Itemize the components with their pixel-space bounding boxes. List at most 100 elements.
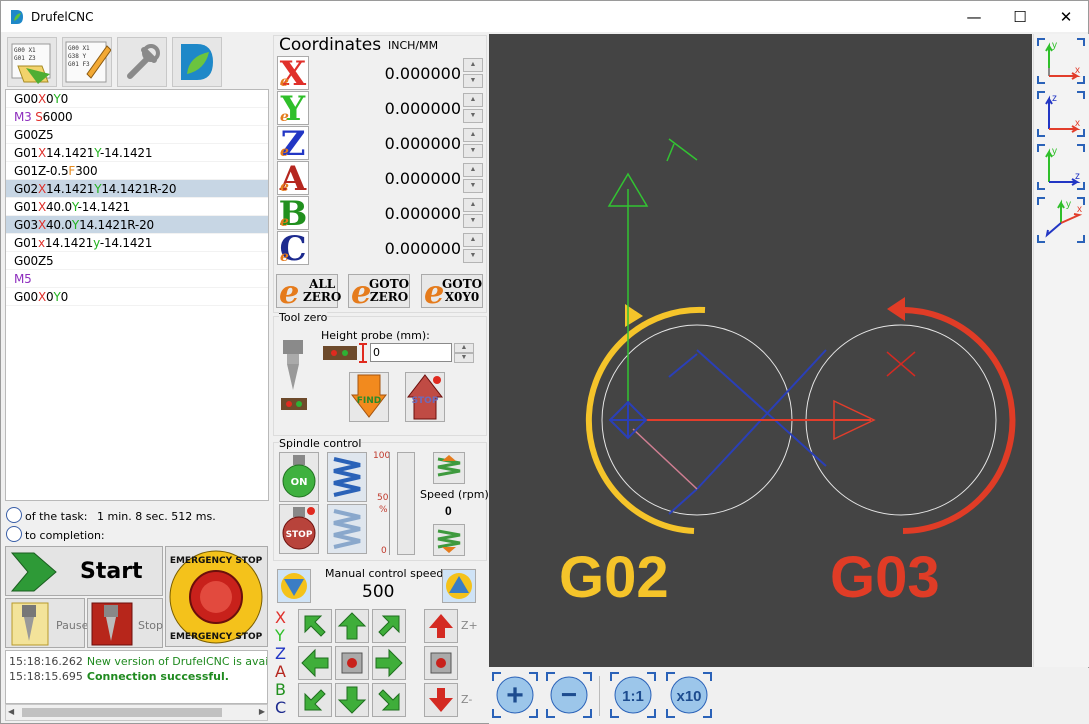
jog-down-button[interactable]: [335, 683, 369, 717]
log-horizontal-scrollbar[interactable]: ◀ ▶: [5, 704, 268, 721]
axis-select-label[interactable]: A: [275, 663, 291, 681]
jog-z-plus-button[interactable]: [424, 609, 458, 643]
gcode-line[interactable]: G03X40.0Y14.1421R-20: [6, 216, 268, 234]
start-button[interactable]: Start: [5, 546, 163, 596]
close-button[interactable]: ✕: [1043, 1, 1089, 32]
gcode-line[interactable]: G00Z5: [6, 126, 268, 144]
height-probe-up[interactable]: ▲: [454, 343, 474, 353]
settings-button[interactable]: [117, 37, 167, 87]
gcode-listing[interactable]: G00X0Y0 M3 S6000 G00Z5 G01X14.1421Y-14.1421…: [5, 89, 269, 501]
axis-down-button[interactable]: ▼: [463, 109, 483, 123]
axis-c-zero-button[interactable]: Ce: [277, 231, 309, 266]
axis-z-zero-button[interactable]: Ze: [277, 126, 309, 161]
gcode-line[interactable]: G00Z5: [6, 252, 268, 270]
open-file-button[interactable]: G00 X1 G01 Z3: [7, 37, 57, 87]
view-yz-button[interactable]: yz: [1037, 144, 1085, 190]
gcode-line[interactable]: G02X14.1421Y14.1421R-20: [6, 180, 268, 198]
axis-value: 0.000000: [384, 239, 461, 258]
probe-stop-button[interactable]: STOP: [405, 372, 445, 422]
wrench-icon: [127, 44, 160, 79]
zoom-1-1-button[interactable]: 1:1: [609, 671, 657, 719]
gcode-line[interactable]: M5: [6, 270, 268, 288]
axis-select-label[interactable]: C: [275, 699, 291, 717]
jog-up-right-button[interactable]: [372, 609, 406, 643]
axis-select-label[interactable]: Z: [275, 645, 291, 663]
gcode-line[interactable]: G01X14.1421Y-14.1421: [6, 144, 268, 162]
jog-up-button[interactable]: [335, 609, 369, 643]
gcode-token: M5: [14, 272, 32, 286]
zoom-out-button[interactable]: −: [545, 671, 593, 719]
axis-select-label[interactable]: B: [275, 681, 291, 699]
spindle-stop-button[interactable]: STOP: [279, 504, 319, 554]
pause-button[interactable]: Pause: [5, 598, 88, 648]
speed-value: 0: [445, 504, 452, 518]
gcode-line[interactable]: G00X0Y0: [6, 90, 268, 108]
minimize-button[interactable]: —: [951, 1, 997, 32]
jog-z-minus-button[interactable]: [424, 683, 458, 717]
spindle-cw-button[interactable]: [327, 452, 367, 502]
view-xz-a-label: z: [1052, 93, 1057, 104]
goto-zero-button[interactable]: e GOTO ZERO: [348, 273, 410, 311]
find-button[interactable]: FIND: [349, 372, 389, 422]
gcode-line[interactable]: G01X40.0Y-14.1421: [6, 198, 268, 216]
units-toggle[interactable]: INCH/MM: [388, 39, 438, 52]
jog-right-button[interactable]: [372, 646, 406, 680]
jog-center-button[interactable]: [335, 646, 369, 680]
spindle-ccw-button[interactable]: [327, 504, 367, 554]
all-zero-button[interactable]: e ALL ZERO: [276, 273, 341, 311]
axis-selector[interactable]: XYZABC: [275, 609, 291, 719]
gcode-line[interactable]: G00X0Y0: [6, 288, 268, 306]
axis-b-zero-button[interactable]: Be: [277, 196, 309, 231]
toolpath-canvas[interactable]: G02 G03: [489, 34, 1032, 667]
zoom-in-button[interactable]: +: [491, 671, 539, 719]
zero-e-icon: e: [280, 214, 289, 230]
axis-up-button[interactable]: ▲: [463, 93, 483, 107]
view-iso-button[interactable]: yx: [1037, 197, 1085, 243]
edit-gcode-button[interactable]: G00 X1 G38 Y G01 F3: [62, 37, 112, 87]
axis-a-zero-button[interactable]: Ae: [277, 161, 309, 196]
speed-down-button[interactable]: [433, 524, 465, 556]
manual-speed-up-button[interactable]: [442, 569, 476, 603]
jog-up-left-button[interactable]: [298, 609, 332, 643]
axis-x-zero-button[interactable]: Xe: [277, 56, 309, 91]
emergency-stop-button[interactable]: EMERGENCY STOP EMERGENCY STOP: [165, 546, 268, 647]
maximize-button[interactable]: ☐: [997, 1, 1043, 32]
axis-down-button[interactable]: ▼: [463, 179, 483, 193]
axis-select-label[interactable]: Y: [275, 627, 291, 645]
axis-up-button[interactable]: ▲: [463, 233, 483, 247]
view-xz-icon: zx: [1037, 91, 1085, 137]
axis-select-label[interactable]: X: [275, 609, 291, 627]
jog-left-button[interactable]: [298, 646, 332, 680]
axis-up-button[interactable]: ▲: [463, 58, 483, 72]
gcode-line[interactable]: G01x14.1421y-14.1421: [6, 234, 268, 252]
view-xz-button[interactable]: zx: [1037, 91, 1085, 137]
axis-down-button[interactable]: ▼: [463, 144, 483, 158]
jog-z-home-button[interactable]: [424, 646, 458, 680]
spindle-on-button[interactable]: ON: [279, 452, 319, 502]
goto-x0y0-button[interactable]: e GOTO X0Y0: [421, 273, 483, 311]
view-xy-a-label: y: [1052, 40, 1057, 51]
jog-down-left-button[interactable]: [298, 683, 332, 717]
axis-y-zero-button[interactable]: Ye: [277, 91, 309, 126]
stop-button[interactable]: Stop: [87, 598, 163, 648]
height-probe-down[interactable]: ▼: [454, 353, 474, 363]
spindle-speed-slider[interactable]: [397, 452, 415, 555]
manual-speed-down-button[interactable]: [277, 569, 311, 603]
view-yz-icon: yz: [1037, 144, 1085, 190]
about-button[interactable]: [172, 37, 222, 87]
axis-down-button[interactable]: ▼: [463, 214, 483, 228]
gcode-line[interactable]: G01Z-0.5F300: [6, 162, 268, 180]
axis-up-button[interactable]: ▲: [463, 163, 483, 177]
axis-up-button[interactable]: ▲: [463, 128, 483, 142]
gcode-token: X: [37, 200, 46, 214]
axis-down-button[interactable]: ▼: [463, 249, 483, 263]
height-probe-input[interactable]: [370, 343, 452, 362]
jog-down-right-button[interactable]: [372, 683, 406, 717]
speed-up-button[interactable]: [433, 452, 465, 484]
view-xy-button[interactable]: yx: [1037, 38, 1085, 84]
zoom-10-button[interactable]: x10: [665, 671, 713, 719]
scrollbar-thumb[interactable]: [22, 708, 222, 717]
axis-up-button[interactable]: ▲: [463, 198, 483, 212]
axis-down-button[interactable]: ▼: [463, 74, 483, 88]
gcode-line[interactable]: M3 S6000: [6, 108, 268, 126]
